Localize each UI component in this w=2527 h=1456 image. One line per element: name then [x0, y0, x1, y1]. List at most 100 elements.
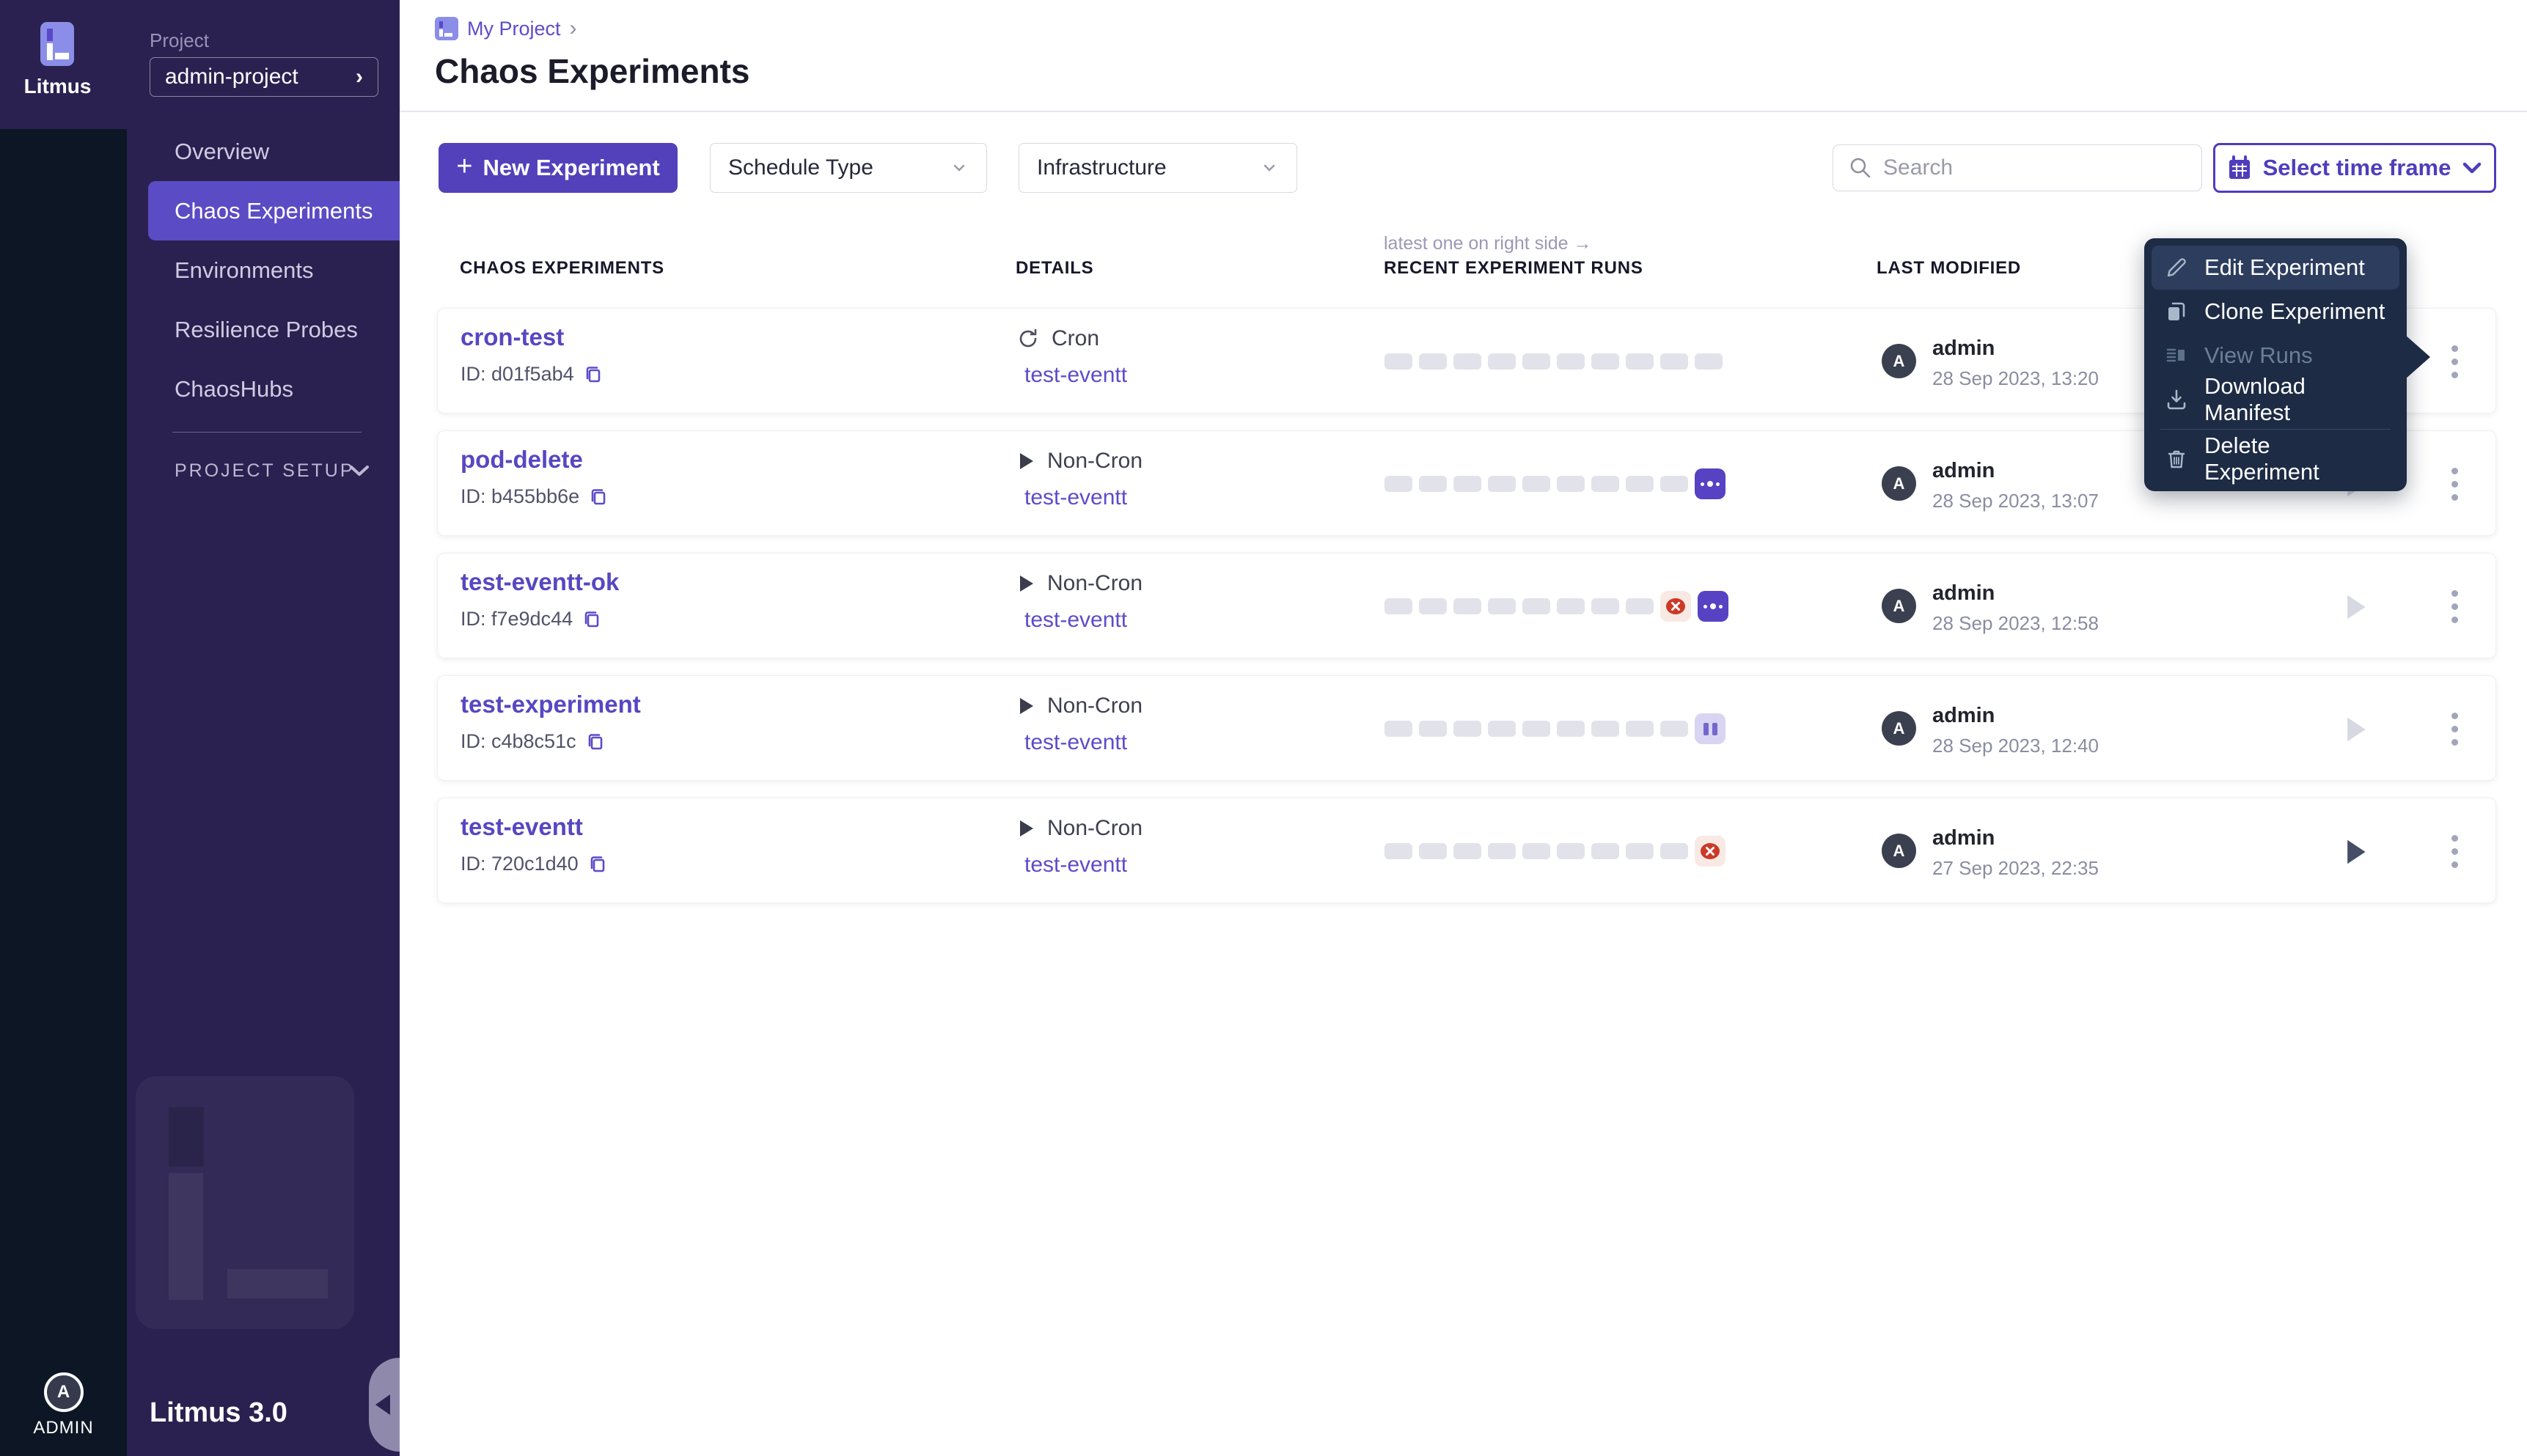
sidebar-collapse-handle[interactable]	[369, 1358, 400, 1452]
run-pill-failed[interactable]	[1660, 591, 1691, 622]
run-experiment-button[interactable]	[2343, 713, 2377, 746]
run-pill-empty	[1660, 721, 1688, 737]
collapse-left-icon	[375, 1394, 390, 1415]
infrastructure-link[interactable]: test-eventt	[1024, 853, 1127, 878]
clone-icon	[2163, 298, 2190, 325]
menu-item-download-manifest[interactable]: Download Manifest	[2152, 378, 2399, 422]
menu-divider	[2160, 429, 2391, 430]
infrastructure-link[interactable]: test-eventt	[1024, 363, 1127, 388]
pencil-icon	[2163, 254, 2190, 281]
column-header-experiments: CHAOS EXPERIMENTS	[460, 258, 664, 279]
table-row: test-experiment ID: c4b8c51c Non-Cron te…	[437, 675, 2496, 781]
schedule-type: Non-Cron	[1047, 816, 1143, 841]
menu-item-clone-experiment[interactable]: Clone Experiment	[2152, 290, 2399, 334]
infrastructure-link[interactable]: test-eventt	[1024, 485, 1127, 510]
run-pill-empty	[1522, 353, 1550, 369]
experiment-name-link[interactable]: test-eventt	[461, 813, 583, 841]
menu-item-edit-experiment[interactable]: Edit Experiment	[2152, 246, 2399, 290]
page-header: My Project › Chaos Experiments	[400, 0, 2527, 112]
user-role-label: ADMIN	[0, 1418, 127, 1438]
search-icon	[1848, 155, 1873, 180]
arrow-right-icon: →	[1574, 233, 1592, 254]
run-pill-empty	[1419, 598, 1447, 614]
experiment-name-link[interactable]: test-eventt-ok	[461, 568, 619, 596]
new-experiment-button[interactable]: + New Experiment	[439, 143, 678, 193]
run-pill-empty	[1591, 843, 1619, 859]
modified-date: 28 Sep 2023, 13:07	[1932, 490, 2099, 512]
project-setup-section[interactable]: PROJECT SETUP	[175, 460, 355, 482]
run-pill-empty	[1384, 721, 1412, 737]
chevron-down-icon	[950, 158, 969, 177]
menu-item-delete-experiment[interactable]: Delete Experiment	[2152, 437, 2399, 481]
breadcrumb: My Project ›	[435, 16, 577, 41]
run-pill-empty	[1453, 476, 1481, 492]
run-pill-empty	[1522, 598, 1550, 614]
run-pill-empty	[1626, 843, 1654, 859]
run-pill-paused[interactable]	[1695, 713, 1725, 744]
row-menu-button[interactable]	[2437, 335, 2472, 388]
run-pill-empty	[1660, 843, 1688, 859]
download-icon	[2163, 386, 2190, 413]
copy-icon[interactable]	[582, 609, 602, 630]
schedule-type-select[interactable]: Schedule Type	[710, 143, 987, 193]
experiment-name-link[interactable]: pod-delete	[461, 446, 583, 474]
run-pill-empty	[1488, 843, 1516, 859]
sidebar-item-overview[interactable]: Overview	[127, 122, 400, 181]
sidebar-item-chaos-experiments[interactable]: Chaos Experiments	[148, 181, 400, 240]
run-pill-empty	[1488, 598, 1516, 614]
user-avatar[interactable]: A	[44, 1372, 84, 1412]
app-rail: Litmus A ADMIN	[0, 0, 127, 1456]
run-pill-empty	[1419, 721, 1447, 737]
infrastructure-select[interactable]: Infrastructure	[1019, 143, 1297, 193]
run-pill-empty	[1557, 476, 1585, 492]
row-menu-button[interactable]	[2437, 825, 2472, 878]
row-menu-button[interactable]	[2437, 702, 2472, 755]
run-pill-empty	[1384, 598, 1412, 614]
run-pill-empty	[1626, 476, 1654, 492]
sidebar-item-chaoshubs[interactable]: ChaosHubs	[127, 359, 400, 419]
run-pill-empty	[1660, 353, 1688, 369]
litmus-logo-icon	[40, 22, 74, 66]
experiment-name-link[interactable]: test-experiment	[461, 691, 641, 718]
modified-by: admin	[1932, 826, 1995, 850]
run-pill-running[interactable]	[1695, 468, 1725, 499]
copy-icon[interactable]	[588, 487, 609, 507]
sidebar-item-resilience-probes[interactable]: Resilience Probes	[127, 300, 400, 359]
chevron-down-icon[interactable]	[347, 462, 372, 479]
infrastructure-link[interactable]: test-eventt	[1024, 608, 1127, 633]
infrastructure-link[interactable]: test-eventt	[1024, 730, 1127, 755]
modified-date: 28 Sep 2023, 12:40	[1932, 735, 2099, 757]
sidebar-item-environments[interactable]: Environments	[127, 240, 400, 300]
table-row: test-eventt ID: 720c1d40 Non-Cron test-e…	[437, 798, 2496, 903]
experiment-name-link[interactable]: cron-test	[461, 323, 564, 351]
runs-list-icon	[2163, 342, 2190, 369]
run-pill-empty	[1488, 353, 1516, 369]
run-pill-empty	[1626, 721, 1654, 737]
run-experiment-button[interactable]	[2343, 590, 2377, 624]
copy-icon[interactable]	[583, 364, 604, 385]
copy-icon[interactable]	[585, 732, 606, 752]
run-pill-failed[interactable]	[1695, 836, 1725, 867]
avatar: A	[1882, 589, 1916, 623]
run-experiment-button[interactable]	[2343, 835, 2377, 869]
run-pill-running[interactable]	[1698, 591, 1728, 622]
experiment-id: ID: b455bb6e	[461, 485, 579, 508]
row-menu-button[interactable]	[2437, 580, 2472, 633]
recent-runs-strip	[1384, 554, 1728, 659]
search-input[interactable]	[1883, 155, 2187, 180]
run-pill-empty	[1453, 598, 1481, 614]
run-pill-empty	[1591, 476, 1619, 492]
table-row: test-eventt-ok ID: f7e9dc44 Non-Cron tes…	[437, 553, 2496, 658]
row-menu-button[interactable]	[2437, 457, 2472, 510]
select-time-frame-button[interactable]: Select time frame	[2213, 143, 2496, 193]
non-cron-icon	[1016, 451, 1035, 471]
project-selector[interactable]: admin-project ›	[150, 57, 378, 97]
toolbar: + New Experiment Schedule Type Infrastru…	[400, 143, 2527, 193]
copy-icon[interactable]	[587, 854, 608, 875]
avatar: A	[1882, 834, 1916, 868]
project-mini-logo-icon	[435, 17, 458, 40]
sidebar: Project admin-project › Overview Chaos E…	[127, 0, 400, 1456]
breadcrumb-project-link[interactable]: My Project	[467, 18, 561, 40]
search-box	[1833, 144, 2202, 191]
current-user[interactable]: A ADMIN	[0, 1372, 127, 1438]
